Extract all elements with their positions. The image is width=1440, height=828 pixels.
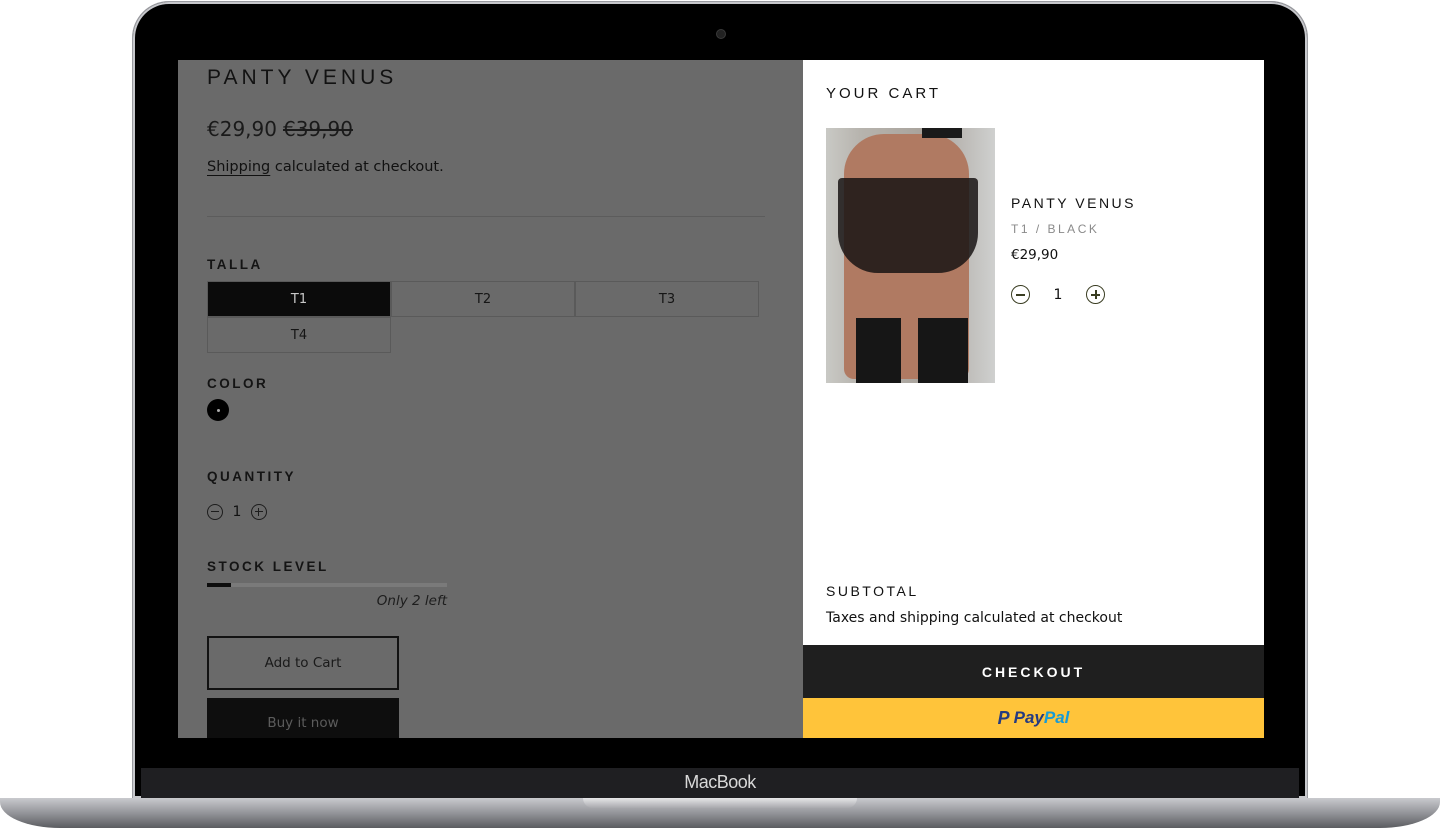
cart-quantity-stepper: 1 xyxy=(1011,285,1105,304)
quantity-value[interactable]: 1 xyxy=(223,504,251,520)
product-title: PANTY VENUS xyxy=(207,66,398,89)
cart-quantity-value[interactable]: 1 xyxy=(1030,287,1086,303)
cart-item-name[interactable]: PANTY VENUS xyxy=(1011,195,1136,211)
shipping-note: Shipping calculated at checkout. xyxy=(207,159,444,175)
cart-item-price: €29,90 xyxy=(1011,247,1059,263)
color-swatch-black[interactable] xyxy=(207,399,229,421)
plus-icon[interactable] xyxy=(1086,285,1105,304)
camera-icon xyxy=(716,29,726,39)
shipping-link[interactable]: Shipping xyxy=(207,159,270,175)
size-label: TALLA xyxy=(207,257,263,272)
checkout-button[interactable]: CHECKOUT xyxy=(803,645,1264,698)
quantity-stepper: 1 xyxy=(207,504,267,520)
minus-icon[interactable] xyxy=(207,504,223,520)
device-label: MacBook xyxy=(684,772,756,792)
buy-now-button[interactable]: Buy it now xyxy=(207,698,399,738)
size-option-t4[interactable]: T4 xyxy=(207,317,391,353)
stock-bar-fill xyxy=(207,583,231,587)
size-option-t2[interactable]: T2 xyxy=(391,281,575,317)
size-option-t3[interactable]: T3 xyxy=(575,281,759,317)
sale-price: €29,90 xyxy=(207,117,277,141)
price-row: €29,90 €39,90 xyxy=(207,117,353,141)
color-label: COLOR xyxy=(207,376,269,391)
paypal-button[interactable]: P Pay Pal xyxy=(803,698,1264,738)
tax-note: Taxes and shipping calculated at checkou… xyxy=(826,610,1123,626)
compare-price: €39,90 xyxy=(282,117,353,141)
quantity-label: QUANTITY xyxy=(207,469,296,484)
shipping-text: calculated at checkout. xyxy=(270,159,444,175)
add-to-cart-button[interactable]: Add to Cart xyxy=(207,636,399,690)
screen: PANTY VENUS €29,90 €39,90 Shipping calcul… xyxy=(178,60,1264,738)
paypal-logo: P Pay Pal xyxy=(997,707,1070,728)
stock-bar xyxy=(207,583,447,587)
selected-dot-icon xyxy=(216,408,220,412)
plus-icon[interactable] xyxy=(251,504,267,520)
stock-text: Only 2 left xyxy=(376,593,447,609)
product-panel-overlay[interactable]: PANTY VENUS €29,90 €39,90 Shipping calcul… xyxy=(178,60,803,738)
stock-label: STOCK LEVEL xyxy=(207,559,329,574)
subtotal-label: SUBTOTAL xyxy=(826,583,919,599)
paypal-icon: P xyxy=(997,707,1010,728)
laptop-notch xyxy=(583,798,857,808)
cart-item-variant: T1 / BLACK xyxy=(1011,222,1100,236)
cart-item-image[interactable] xyxy=(826,128,995,383)
size-option-t1[interactable]: T1 xyxy=(207,281,391,317)
cart-drawer: YOUR CART PANTY VENUS T1 / BLACK €29,90 … xyxy=(803,60,1264,738)
minus-icon[interactable] xyxy=(1011,285,1030,304)
divider xyxy=(207,216,765,217)
cart-title: YOUR CART xyxy=(826,85,942,102)
